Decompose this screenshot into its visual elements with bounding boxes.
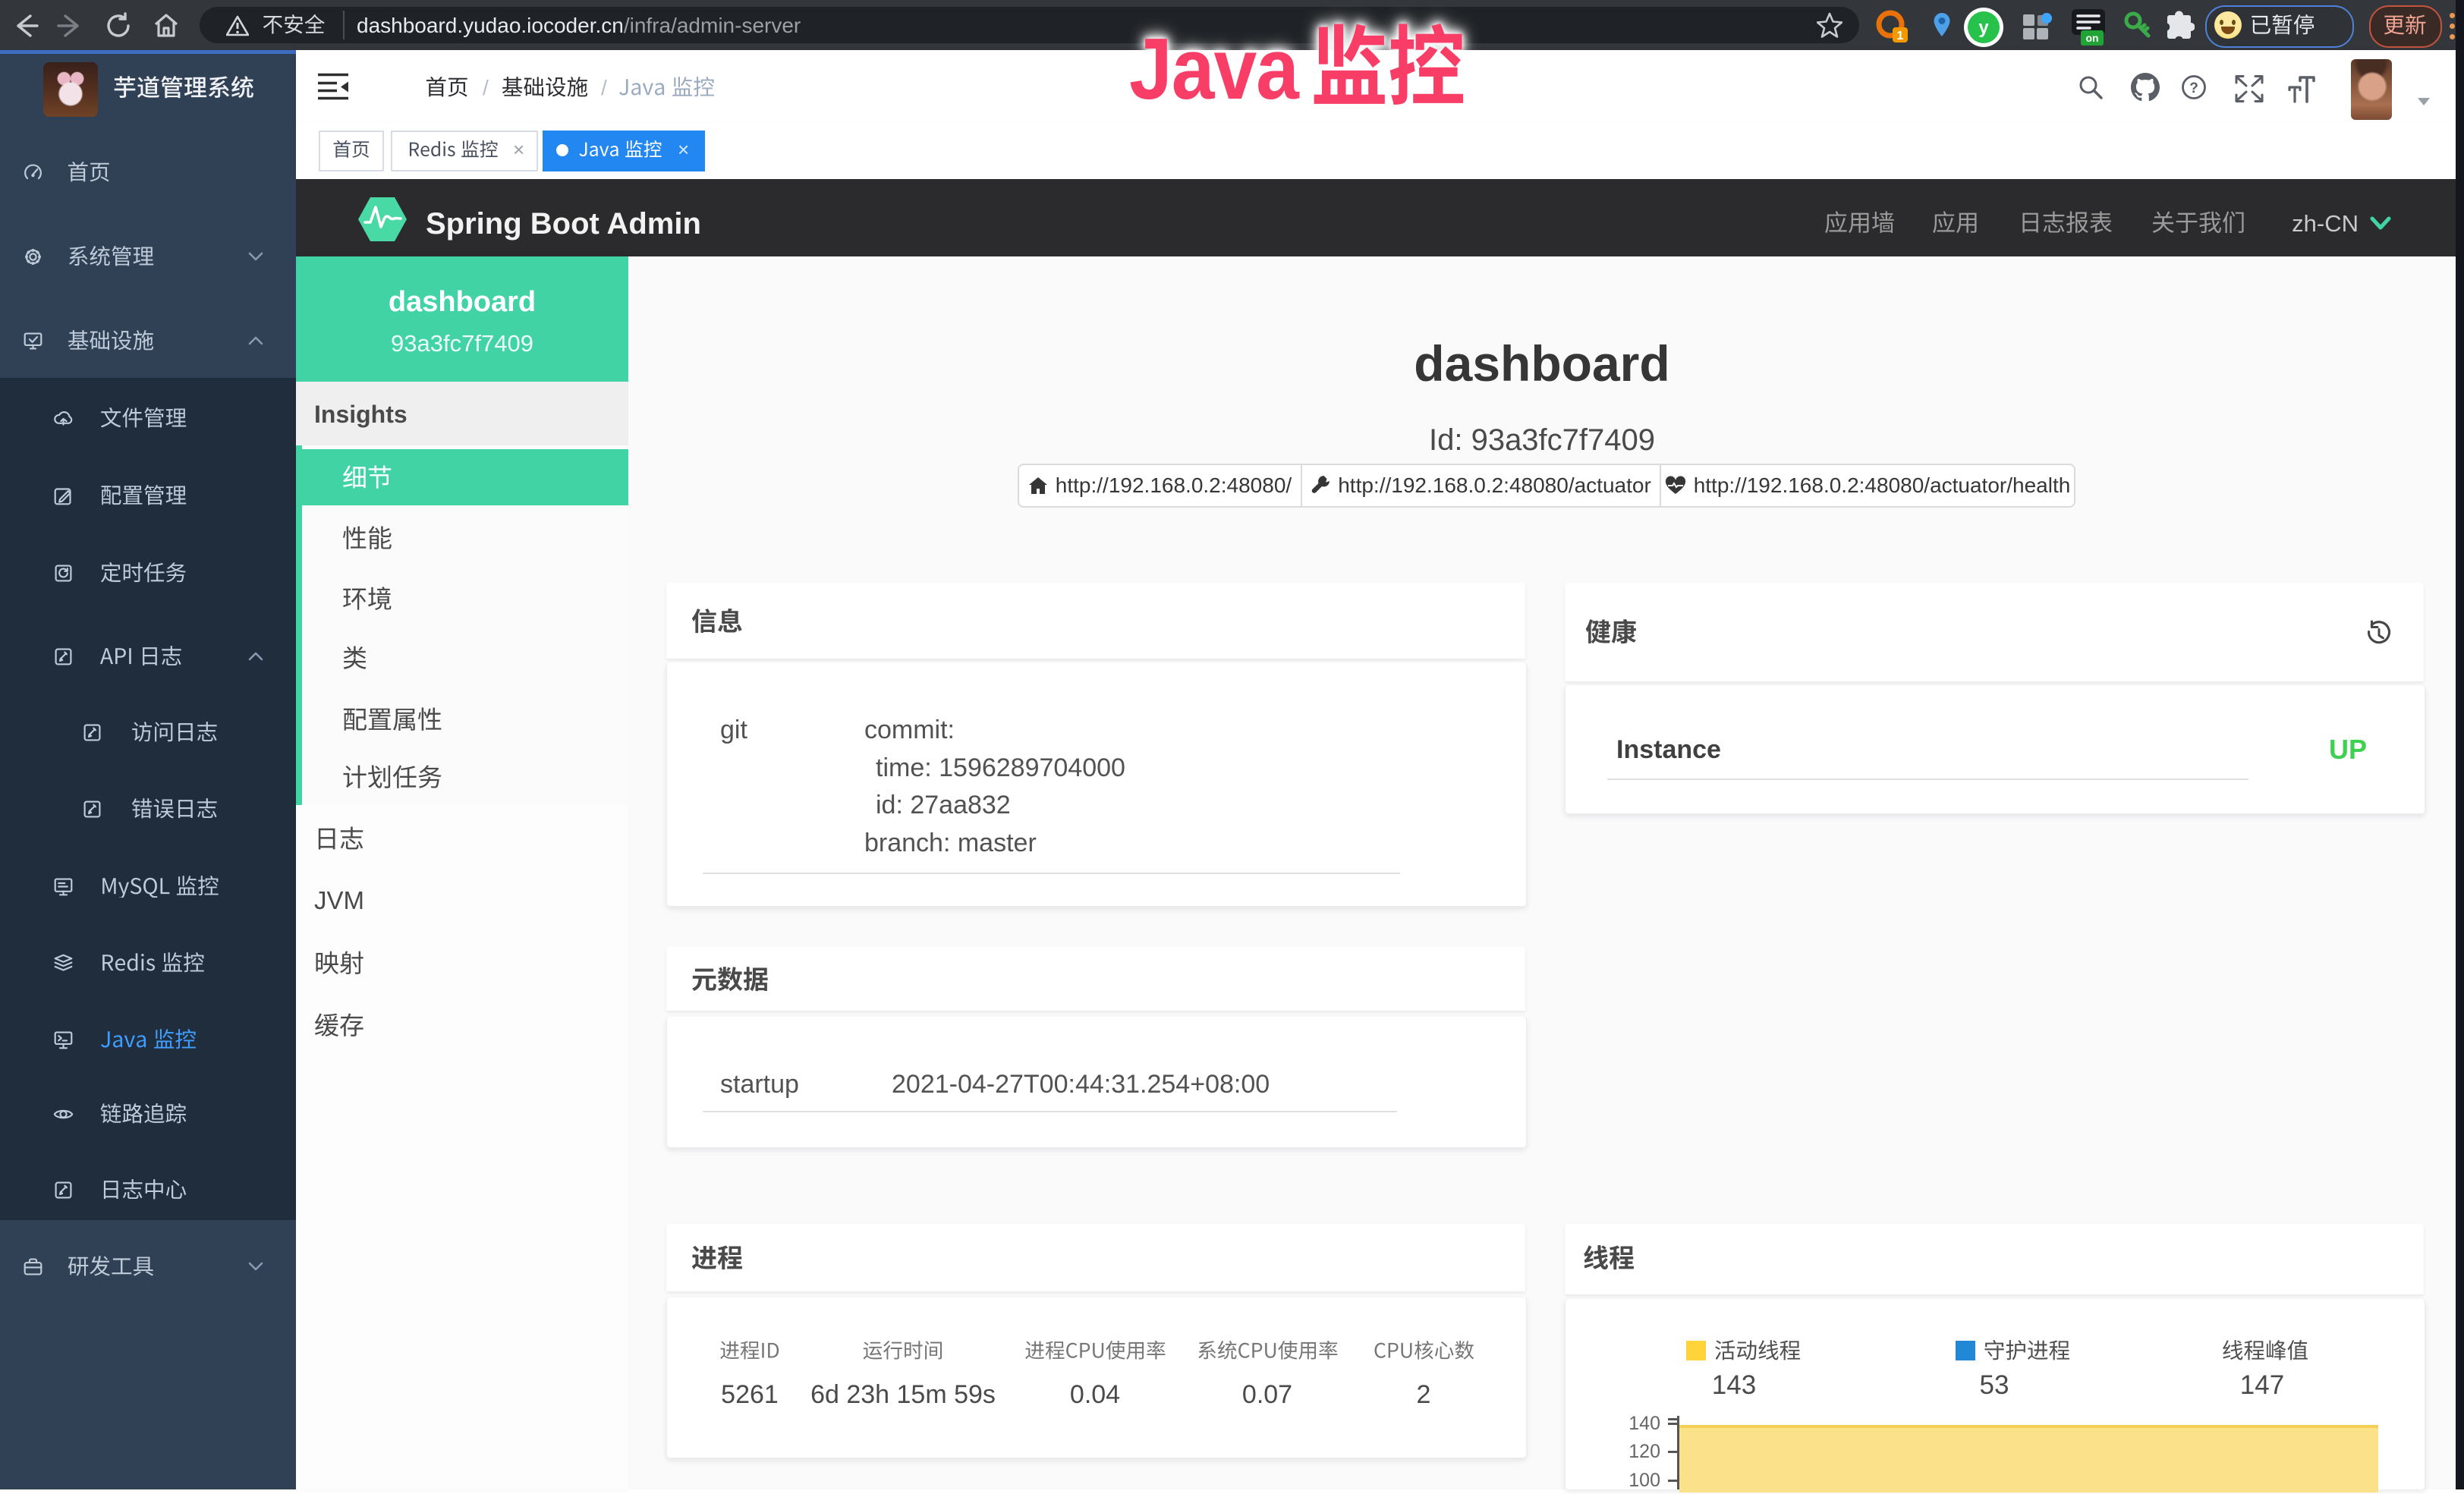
- svg-text:on: on: [2085, 32, 2098, 44]
- svg-text:?: ?: [2189, 80, 2198, 96]
- svg-text:1: 1: [1897, 30, 1904, 42]
- svg-text:y: y: [1978, 17, 1989, 38]
